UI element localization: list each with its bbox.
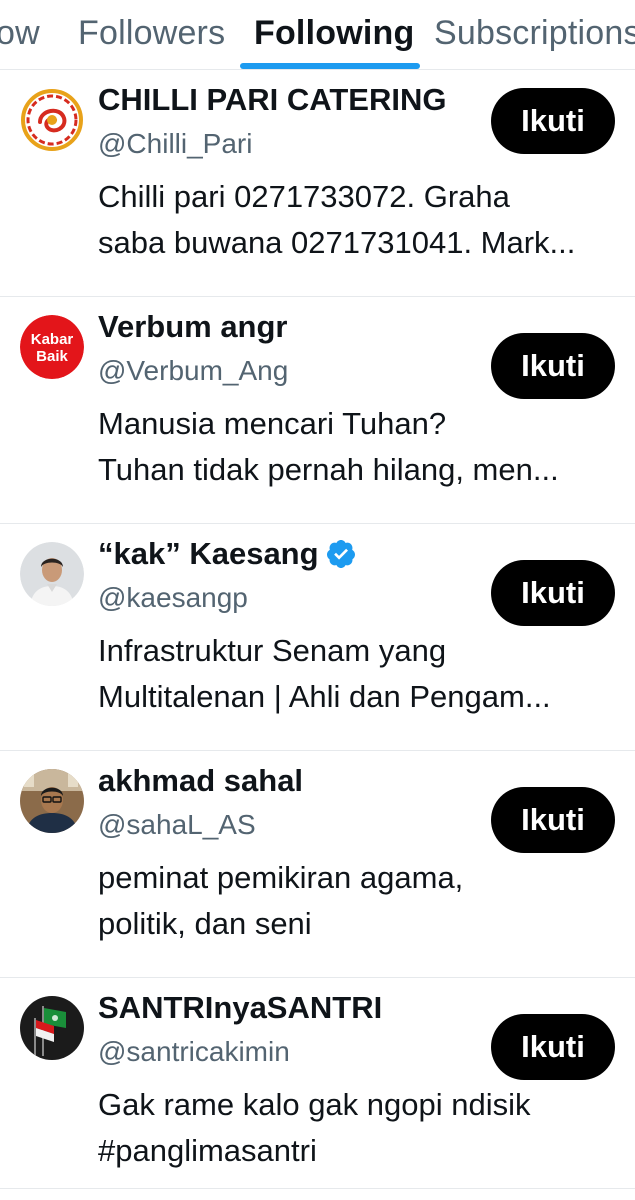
follow-button[interactable]: Ikuti: [491, 1014, 615, 1080]
user-handle: @sahaL_AS: [98, 809, 256, 840]
user-handle: @kaesangp: [98, 582, 248, 613]
bio-line: politik, dan seni: [98, 906, 312, 941]
user-handle: @Verbum_Ang: [98, 355, 289, 386]
bio-line: Tuhan tidak pernah hilang, men...: [98, 452, 559, 487]
bio-line: peminat pemikiran agama,: [98, 860, 464, 895]
user-cell[interactable]: SANTRInyaSANTRI @santricakimin Gak rame …: [0, 978, 635, 1200]
tab-follow[interactable]: ow: [0, 14, 40, 53]
bio-line: #panglimasantri: [98, 1133, 317, 1168]
bio-line: Multitalenan | Ahli dan Pengam...: [98, 679, 551, 714]
active-tab-indicator: [240, 63, 420, 69]
display-name[interactable]: CHILLI PARI CATERING: [98, 82, 446, 118]
user-handle: @Chilli_Pari: [98, 128, 253, 159]
follow-button[interactable]: Ikuti: [491, 787, 615, 853]
follow-button[interactable]: Ikuti: [491, 560, 615, 626]
follow-button[interactable]: Ikuti: [491, 88, 615, 154]
verified-badge-icon: [325, 538, 357, 570]
display-name[interactable]: akhmad sahal: [98, 763, 303, 799]
profile-tabs: ow Followers Following Subscriptions: [0, 0, 635, 70]
bio-line: Chilli pari 0271733072. Graha: [98, 179, 510, 214]
display-name[interactable]: SANTRInyaSANTRI: [98, 990, 382, 1026]
user-bio: Manusia mencari Tuhan? Tuhan tidak perna…: [98, 401, 616, 493]
person-photo-icon[interactable]: [20, 769, 84, 833]
user-cell[interactable]: CHILLI PARI CATERING @Chilli_Pari Chilli…: [0, 70, 635, 297]
display-name[interactable]: Verbum angr: [98, 309, 288, 345]
following-list: CHILLI PARI CATERING @Chilli_Pari Chilli…: [0, 70, 635, 1200]
user-bio: peminat pemikiran agama, politik, dan se…: [98, 855, 616, 947]
svg-text:Baik: Baik: [36, 348, 68, 365]
user-cell[interactable]: akhmad sahal @sahaL_AS peminat pemikiran…: [0, 751, 635, 978]
divider: [0, 1188, 635, 1189]
user-bio: Chilli pari 0271733072. Graha saba buwan…: [98, 174, 616, 266]
bio-line: Manusia mencari Tuhan?: [98, 406, 447, 441]
tab-following[interactable]: Following: [254, 14, 414, 53]
bio-line: Gak rame kalo gak ngopi ndisik: [98, 1087, 531, 1122]
bio-line: saba buwana 0271731041. Mark...: [98, 225, 576, 260]
flags-icon[interactable]: [20, 996, 84, 1060]
svg-text:Kabar: Kabar: [31, 331, 74, 348]
tab-followers[interactable]: Followers: [78, 14, 225, 53]
kabar-baik-logo-icon[interactable]: Kabar Baik: [20, 315, 84, 379]
user-bio: Gak rame kalo gak ngopi ndisik #panglima…: [98, 1082, 616, 1174]
user-cell[interactable]: “kak” Kaesang @kaesangp Infrastruktur Se…: [0, 524, 635, 751]
tab-subscriptions[interactable]: Subscriptions: [434, 14, 635, 53]
user-cell[interactable]: Kabar Baik Verbum angr @Verbum_Ang Manus…: [0, 297, 635, 524]
person-photo-icon[interactable]: [20, 542, 84, 606]
user-handle: @santricakimin: [98, 1036, 290, 1067]
chilli-pari-logo-icon[interactable]: [20, 88, 84, 152]
user-bio: Infrastruktur Senam yang Multitalenan | …: [98, 628, 616, 720]
display-name[interactable]: “kak” Kaesang: [98, 536, 319, 572]
follow-button[interactable]: Ikuti: [491, 333, 615, 399]
bio-line: Infrastruktur Senam yang: [98, 633, 447, 668]
